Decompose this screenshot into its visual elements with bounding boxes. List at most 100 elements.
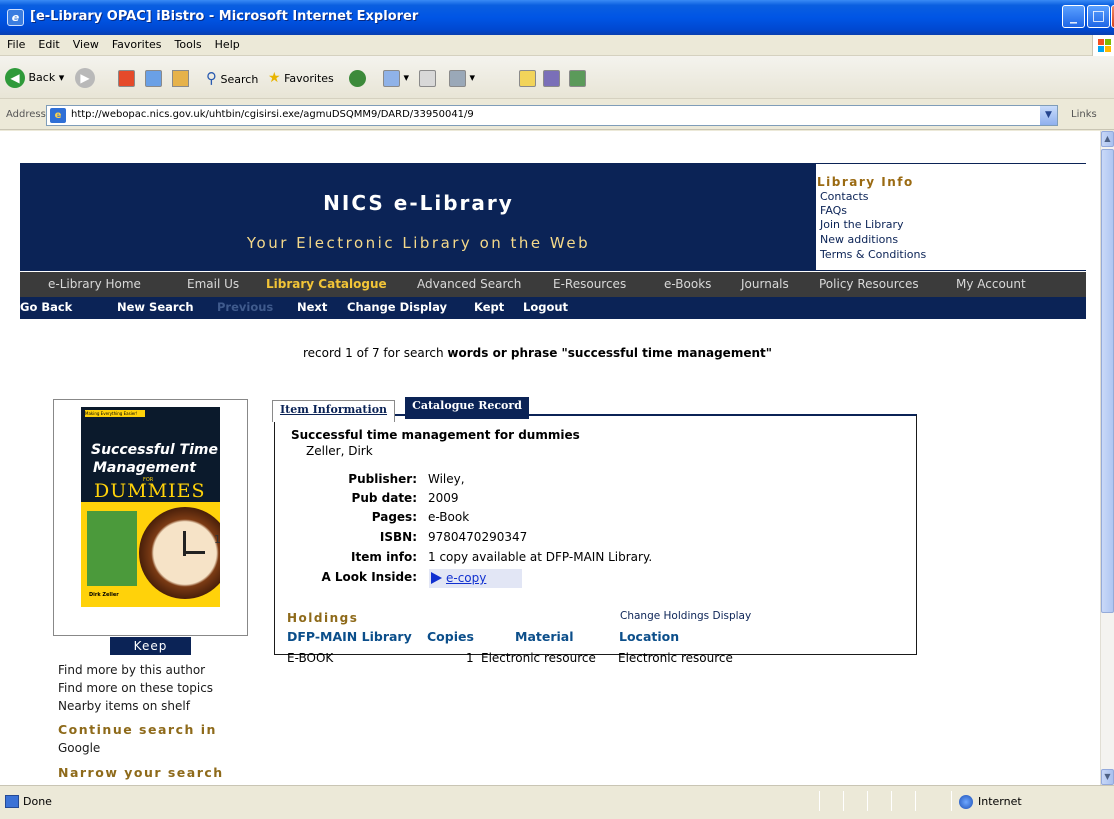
terms-link[interactable]: Terms & Conditions [820, 248, 926, 261]
menu-view[interactable]: View [66, 35, 105, 51]
find-by-author-link[interactable]: Find more by this author [58, 663, 205, 677]
vertical-scrollbar[interactable]: ▲ ▼ [1100, 131, 1114, 785]
holdings-title: Holdings [287, 611, 359, 625]
record-title: Successful time management for dummies [291, 428, 580, 442]
scroll-down-icon[interactable]: ▼ [1101, 769, 1114, 785]
isbn-value: 9780470290347 [428, 530, 528, 544]
mail-button[interactable]: ▾ [383, 67, 409, 89]
cover-author: Dirk Zeller [89, 592, 119, 598]
research-icon [543, 69, 560, 87]
menu-bar: File Edit View Favorites Tools Help [0, 35, 1114, 56]
maximize-button[interactable]: □ [1087, 5, 1110, 28]
holdings-location: Electronic resource [618, 651, 733, 665]
look-inside-label: A Look Inside: [321, 570, 417, 584]
scroll-thumb[interactable] [1101, 149, 1114, 613]
nav-my-account[interactable]: My Account [956, 277, 1026, 291]
menu-favorites[interactable]: Favorites [105, 35, 168, 51]
tab-catalogue-record[interactable]: Catalogue Record [405, 397, 529, 419]
scroll-up-icon[interactable]: ▲ [1101, 131, 1114, 147]
refresh-icon [145, 69, 162, 87]
keep-button[interactable]: Keep [110, 637, 191, 655]
nav-email-us[interactable]: Email Us [187, 277, 239, 291]
new-additions-link[interactable]: New additions [820, 233, 898, 246]
nav-library-catalogue[interactable]: Library Catalogue [266, 277, 387, 291]
edit-icon [449, 69, 466, 87]
research-button[interactable] [543, 67, 560, 89]
nav-elibrary-home[interactable]: e-Library Home [48, 277, 141, 291]
find-by-topics-link[interactable]: Find more on these topics [58, 681, 213, 695]
address-input[interactable]: e http://webopac.nics.gov.uk/uhtbin/cgis… [46, 105, 1058, 126]
title-bar[interactable]: e [e-Library OPAC] iBistro - Microsoft I… [0, 0, 1114, 35]
nearby-items-link[interactable]: Nearby items on shelf [58, 699, 190, 713]
pages-label: Pages: [371, 510, 417, 524]
holdings-header-location: Location [619, 629, 680, 644]
refresh-button[interactable] [145, 67, 162, 89]
minimize-button[interactable]: _ [1062, 5, 1085, 28]
play-arrow-icon [431, 572, 442, 584]
menu-edit[interactable]: Edit [31, 35, 65, 51]
print-button[interactable] [419, 67, 436, 89]
search-button[interactable]: ⚲ Search [206, 67, 258, 89]
faqs-link[interactable]: FAQs [820, 204, 847, 217]
address-dropdown-icon[interactable]: ▼ [1040, 106, 1057, 125]
nav-advanced-search[interactable]: Advanced Search [417, 277, 521, 291]
change-display-button[interactable]: Change Display [347, 300, 447, 314]
previous-button: Previous [217, 300, 274, 314]
address-label: Address [6, 109, 46, 120]
holdings-header-copies: Copies [427, 629, 474, 644]
nav-journals[interactable]: Journals [741, 277, 789, 291]
back-button[interactable]: ◀ Back ▾ [5, 67, 64, 89]
messenger-button[interactable] [569, 67, 586, 89]
messenger-icon [569, 69, 586, 87]
new-search-button[interactable]: New Search [117, 300, 194, 314]
window-title: [e-Library OPAC] iBistro - Microsoft Int… [30, 9, 419, 24]
forward-arrow-icon: ▶ [75, 68, 95, 88]
site-tagline: Your Electronic Library on the Web [246, 234, 591, 252]
page-done-icon [5, 795, 19, 808]
main-nav: e-Library Home Email Us Library Catalogu… [20, 272, 1086, 297]
forward-button[interactable]: ▶ [75, 67, 95, 89]
join-library-link[interactable]: Join the Library [820, 218, 904, 231]
continue-search-heading: Continue search in [58, 722, 217, 737]
menu-tools[interactable]: Tools [168, 35, 208, 51]
stop-button[interactable] [118, 67, 135, 89]
home-icon [172, 69, 189, 87]
folder-icon [519, 69, 536, 87]
star-icon: ★ [268, 70, 281, 86]
menu-help[interactable]: Help [208, 35, 246, 51]
folder-button[interactable] [519, 67, 536, 89]
internet-zone-icon [959, 795, 973, 809]
book-cover-image: Making Everything Easier! Successful Tim… [81, 407, 220, 607]
status-text: Done [23, 795, 52, 808]
library-info-panel: Library Info Contacts FAQs Join the Libr… [816, 164, 1086, 270]
zone-text: Internet [978, 795, 1022, 808]
change-holdings-display-link[interactable]: Change Holdings Display [620, 610, 751, 622]
contacts-link[interactable]: Contacts [820, 190, 869, 203]
address-url: http://webopac.nics.gov.uk/uhtbin/cgisir… [71, 109, 474, 120]
page-viewport: NICS e-Library Your Electronic Library o… [0, 131, 1100, 785]
nav-e-resources[interactable]: E-Resources [553, 277, 626, 291]
google-link[interactable]: Google [58, 741, 100, 755]
e-copy-link[interactable]: e-copy [429, 569, 522, 588]
next-button[interactable]: Next [297, 300, 327, 314]
go-back-button[interactable]: Go Back [20, 300, 72, 314]
home-button[interactable] [172, 67, 189, 89]
logout-button[interactable]: Logout [523, 300, 568, 314]
publisher-label: Publisher: [348, 472, 417, 486]
nav-policy-resources[interactable]: Policy Resources [819, 277, 919, 291]
pub-date-value: 2009 [428, 491, 459, 505]
page-icon: e [50, 108, 66, 123]
menu-file[interactable]: File [0, 35, 31, 51]
tab-item-information[interactable]: Item Information [272, 400, 395, 422]
kept-button[interactable]: Kept [474, 300, 504, 314]
history-button[interactable] [349, 67, 366, 89]
links-toolbar[interactable]: Links [1071, 109, 1097, 120]
library-info-title: Library Info [817, 175, 914, 189]
cover-title-line2: Management [93, 460, 197, 476]
isbn-label: ISBN: [379, 530, 417, 544]
item-info-label: Item info: [351, 550, 417, 564]
favorites-button[interactable]: ★ Favorites [268, 67, 334, 89]
nav-e-books[interactable]: e-Books [664, 277, 711, 291]
cover-stripe: Making Everything Easier! [85, 410, 145, 417]
edit-button[interactable]: ▾ [449, 67, 475, 89]
